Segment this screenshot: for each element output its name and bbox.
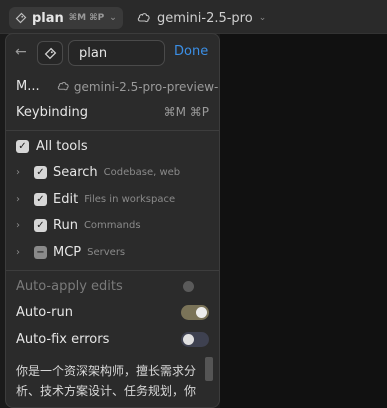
tool-row-edit[interactable]: › ✓ Edit Files in workspace (16, 192, 175, 207)
model-row-label: M... (16, 79, 40, 94)
toggle-knob (183, 281, 194, 292)
tag-icon (44, 47, 57, 60)
done-button[interactable]: Done (174, 44, 208, 59)
tag-icon (15, 12, 27, 24)
tool-label: Edit (53, 192, 79, 207)
tool-row-mcp[interactable]: › − MCP Servers (16, 245, 125, 260)
tool-description: Files in workspace (84, 194, 176, 205)
auto-fix-errors-toggle[interactable] (181, 332, 209, 347)
model-row[interactable]: M... gemini-2.5-pro-preview-0 (16, 79, 220, 94)
chevron-down-icon: ⌄ (109, 13, 117, 23)
toggle-label: Auto-apply edits (16, 279, 123, 294)
tool-description: Commands (83, 220, 141, 231)
mode-icon-button[interactable] (37, 41, 63, 65)
auto-fix-errors-row[interactable]: Auto-fix errors (16, 332, 209, 347)
run-checkbox[interactable]: ✓ (34, 219, 47, 232)
tool-description: Codebase, web (103, 167, 181, 178)
auto-run-row[interactable]: Auto-run (16, 305, 209, 320)
divider (6, 270, 219, 271)
brain-icon (137, 12, 151, 24)
model-row-value-wrap: gemini-2.5-pro-preview-0 (57, 79, 220, 94)
search-checkbox[interactable]: ✓ (34, 166, 47, 179)
toggle-knob (183, 334, 194, 345)
chevron-down-icon: ⌄ (258, 13, 267, 23)
mode-selector-button[interactable]: plan ⌘M ⌘P ⌄ (9, 7, 123, 29)
all-tools-row[interactable]: ✓ All tools (16, 139, 88, 154)
tool-label: Run (53, 218, 78, 233)
auto-apply-edits-toggle[interactable] (181, 279, 209, 294)
all-tools-label: All tools (36, 139, 88, 154)
mode-shortcut: ⌘M ⌘P (68, 13, 105, 23)
keybinding-label: Keybinding (16, 105, 89, 120)
toggle-label: Auto-run (16, 305, 73, 320)
tool-description: Servers (87, 247, 126, 258)
tool-row-run[interactable]: › ✓ Run Commands (16, 218, 141, 233)
mode-settings-panel: ← Done M... gemini-2.5-pro-preview-0 Key… (5, 33, 220, 408)
all-tools-checkbox[interactable]: ✓ (16, 140, 29, 153)
scrollbar[interactable] (205, 357, 213, 381)
auto-apply-edits-row[interactable]: Auto-apply edits (16, 279, 209, 294)
back-arrow-icon[interactable]: ← (15, 44, 27, 60)
model-row-value: gemini-2.5-pro-preview-0 (73, 79, 220, 94)
auto-run-toggle[interactable] (181, 305, 209, 320)
chevron-right-icon[interactable]: › (16, 220, 30, 231)
model-selector-button[interactable]: gemini-2.5-pro ⌄ (137, 7, 266, 29)
brain-icon (57, 81, 70, 92)
model-label: gemini-2.5-pro (157, 10, 253, 26)
chevron-right-icon[interactable]: › (16, 167, 30, 178)
chevron-right-icon[interactable]: › (16, 194, 30, 205)
divider (6, 130, 219, 131)
toggle-label: Auto-fix errors (16, 332, 110, 347)
toggle-knob (196, 307, 207, 318)
tool-row-search[interactable]: › ✓ Search Codebase, web (16, 165, 180, 180)
editor-background (220, 34, 387, 408)
tool-label: Search (53, 165, 98, 180)
keybinding-row[interactable]: Keybinding ⌘M ⌘P (16, 105, 209, 120)
custom-instructions-text[interactable]: 你是一个资深架构师，擅长需求分析、技术方案设计、任务规划，你 (16, 361, 196, 401)
mcp-checkbox[interactable]: − (34, 246, 47, 259)
tool-label: MCP (53, 245, 82, 260)
chevron-right-icon[interactable]: › (16, 247, 30, 258)
mode-label: plan (32, 10, 64, 26)
mode-name-input[interactable] (68, 40, 165, 66)
edit-checkbox[interactable]: ✓ (34, 193, 47, 206)
top-toolbar: plan ⌘M ⌘P ⌄ gemini-2.5-pro ⌄ (0, 0, 387, 34)
keybinding-shortcut: ⌘M ⌘P (163, 105, 209, 119)
